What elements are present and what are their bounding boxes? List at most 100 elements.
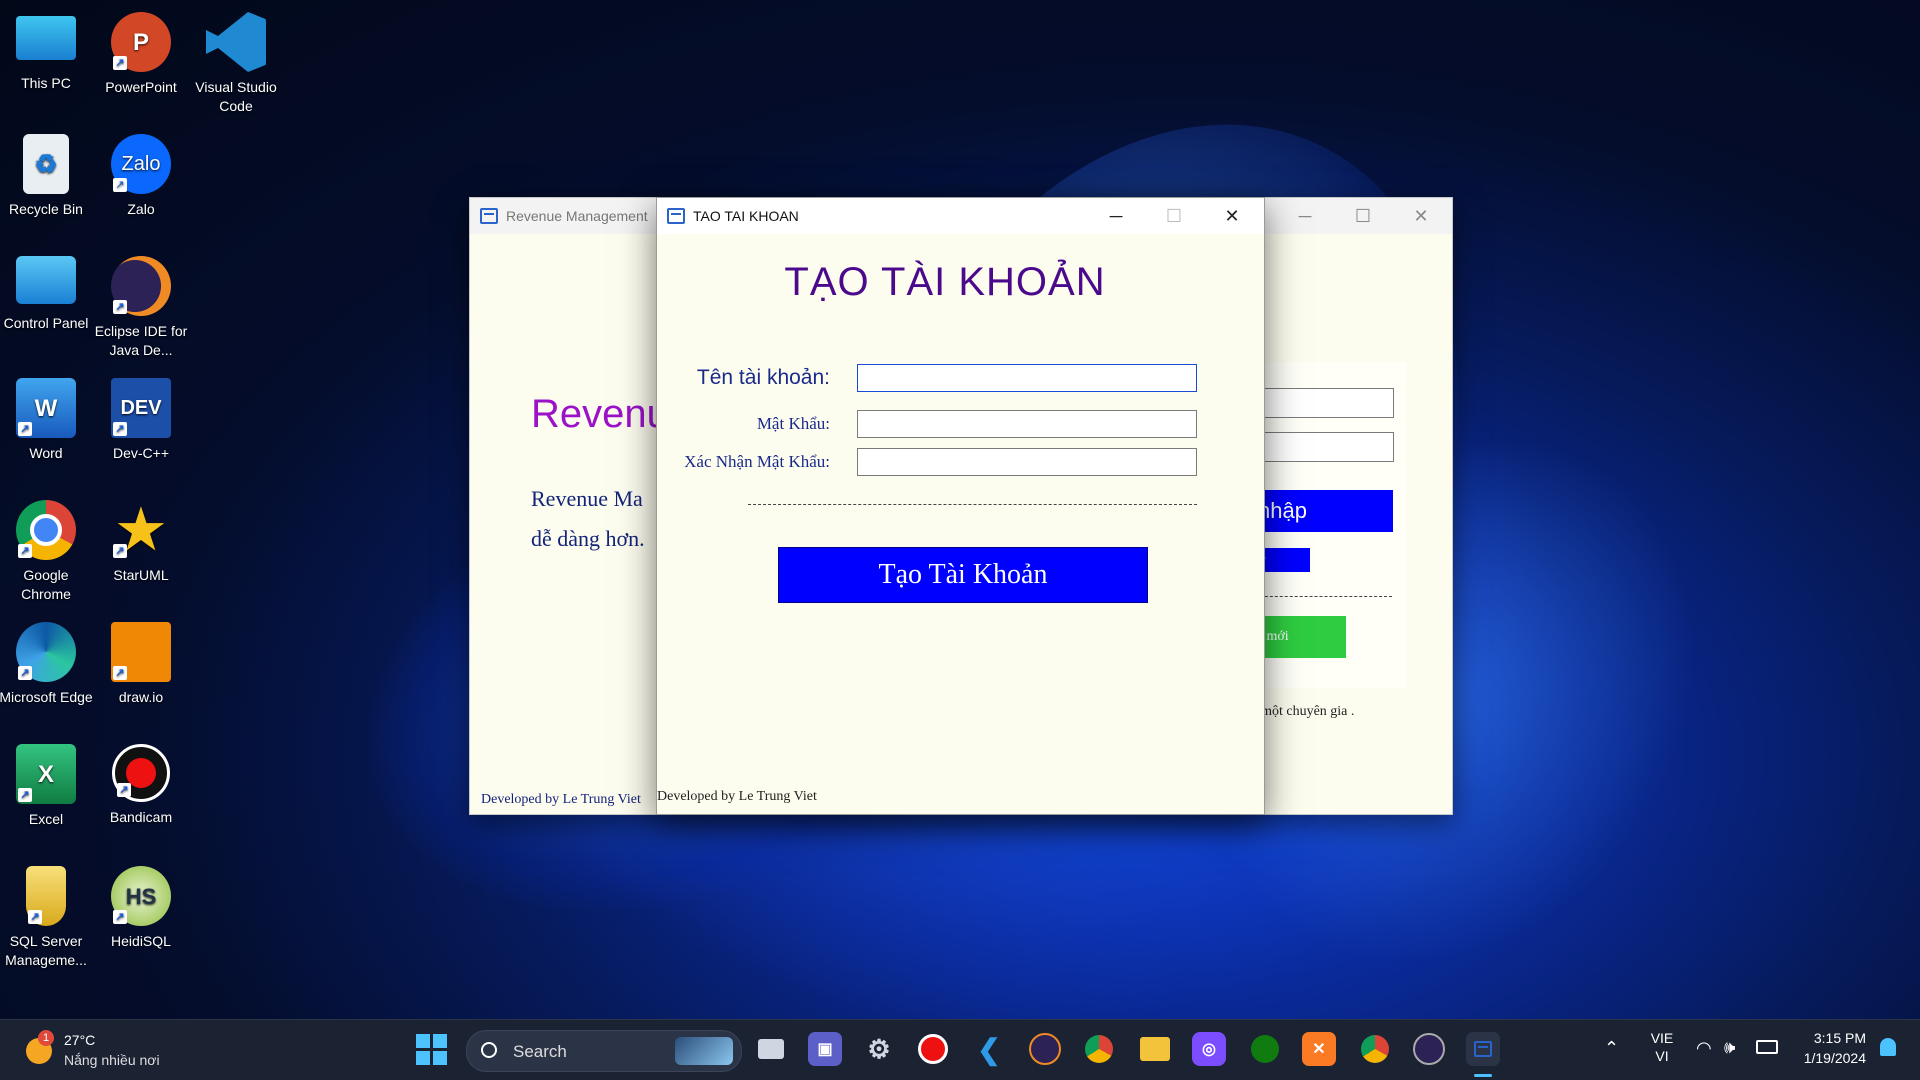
username-input[interactable] [857,364,1197,392]
shortcut-arrow-icon: ↗ [28,910,42,924]
search-box[interactable]: Search [466,1030,742,1072]
vscode-taskbar-icon[interactable]: ❮ [972,1032,1006,1066]
bandicam-taskbar-icon[interactable] [916,1032,950,1066]
java-app-taskbar-icon[interactable] [1466,1032,1500,1066]
eclipse-icon: ↗ [111,256,171,316]
app-window-icon [667,208,685,224]
search-icon [481,1042,497,1058]
task-view-icon[interactable] [754,1032,788,1066]
notification-bell-icon[interactable] [1880,1038,1896,1056]
username-input[interactable] [1250,388,1394,418]
chrome-taskbar-icon[interactable] [1082,1032,1116,1066]
desktop-icon-powerpoint[interactable]: P ↗ PowerPoint [93,4,189,97]
app-taskbar-icon[interactable]: ◎ [1192,1032,1226,1066]
close-button[interactable]: ✕ [1203,198,1261,234]
desktop-icon-label: Microsoft Edge [0,689,93,705]
eclipse-taskbar-icon-2[interactable] [1412,1032,1446,1066]
close-button[interactable]: ✕ [1392,198,1450,234]
shortcut-arrow-icon: ↗ [113,56,127,70]
desktop-icon-label: Control Panel [3,315,89,331]
expert-text: ư một chuyên gia . [1250,704,1355,719]
intro-text-line2: dễ dàng hơn. [531,526,645,551]
desktop-icon-label: Excel [28,811,64,827]
desktop-icon-control-panel[interactable]: Control Panel [0,248,94,333]
language-indicator[interactable]: VIE VI [1646,1030,1678,1064]
developer-footer: Developed by Le Trung Viet [481,792,641,807]
volume-icon[interactable]: 🕪 [1724,1037,1735,1058]
minimize-button[interactable]: ─ [1087,198,1145,234]
shortcut-arrow-icon: ↗ [113,178,127,192]
desktop-icon-recycle-bin[interactable]: ♻ Recycle Bin [0,126,94,219]
teams-chat-icon[interactable]: ▣ [808,1032,842,1066]
create-account-dialog[interactable]: TAO TAI KHOAN ─ ☐ ✕ TẠO TÀI KHOẢN Tên tà… [656,197,1265,815]
sql-server-icon: ↗ [26,866,66,926]
desktop-icon-excel[interactable]: X ↗ Excel [0,736,94,829]
weather-badge: 1 [38,1030,54,1046]
language-top: VIE [1650,1030,1674,1046]
control-panel-icon [16,256,76,304]
shortcut-arrow-icon: ↗ [113,910,127,924]
wifi-icon[interactable]: ◠ [1696,1038,1712,1059]
eclipse-taskbar-icon[interactable] [1028,1032,1062,1066]
desktop-icon-vscode[interactable]: ↗ Visual Studio Code [188,4,284,116]
desktop-icon-chrome[interactable]: ↗ Google Chrome [0,492,94,604]
chrome-profile-taskbar-icon[interactable] [1358,1032,1392,1066]
weather-widget[interactable]: 1 27°C Nắng nhiều nơi [24,1028,194,1072]
zalo-icon: Zalo ↗ [111,134,171,194]
edge-icon: ↗ [16,622,76,682]
desktop-icon-devcpp[interactable]: DEV ↗ Dev-C++ [93,370,189,463]
shortcut-arrow-icon: ↗ [18,544,32,558]
settings-gear-icon[interactable]: ⚙ [862,1032,896,1066]
maximize-button[interactable]: ☐ [1145,198,1203,234]
desktop-icon-word[interactable]: W ↗ Word [0,370,94,463]
create-account-button[interactable]: Tạo Tài Khoản [778,547,1148,603]
xbox-icon[interactable] [1248,1032,1282,1066]
clock-time: 3:15 PM [1813,1030,1866,1046]
create-account-button-label: Tạo Tài Khoản [878,559,1048,590]
desktop-icon-staruml[interactable]: ★ ↗ StarUML [93,492,189,585]
powerpoint-icon: P ↗ [111,12,171,72]
staruml-icon: ★ ↗ [111,500,171,560]
shortcut-arrow-icon: ↗ [113,666,127,680]
desktop-icon-eclipse[interactable]: ↗ Eclipse IDE for Java De... [93,248,189,360]
desktop-icon-edge[interactable]: ↗ Microsoft Edge [0,614,94,707]
desktop-icon-label: This PC [21,75,71,91]
app-window-icon [480,208,498,224]
desktop-icon-bandicam[interactable]: ↗ Bandicam [93,736,189,827]
shortcut-arrow-icon: ↗ [18,788,32,802]
battery-icon[interactable] [1756,1040,1778,1054]
desktop-icon-label: draw.io [118,689,164,705]
password-input[interactable] [1250,432,1394,462]
drawio-icon: ↗ [111,622,171,682]
file-explorer-icon[interactable] [1138,1032,1172,1066]
minimize-button[interactable]: ─ [1276,198,1334,234]
desktop-icon-label: Google Chrome [21,567,71,602]
clock-date: 1/19/2024 [1803,1050,1866,1066]
desktop-icon-label: PowerPoint [105,79,177,95]
desktop-icon-drawio[interactable]: ↗ draw.io [93,614,189,707]
weather-desc: Nắng nhiều nơi [64,1052,160,1068]
maximize-button[interactable]: ☐ [1334,198,1392,234]
xampp-icon[interactable]: ✕ [1302,1032,1336,1066]
desktop-icon-sql-server[interactable]: ↗ SQL Server Manageme... [0,858,94,970]
windows-logo-icon [416,1034,448,1065]
shortcut-arrow-icon: ↗ [113,300,127,314]
search-highlight-image [675,1037,733,1065]
show-hidden-icons-chevron[interactable]: ⌃ [1604,1038,1619,1059]
intro-text-line1: Revenue Ma [531,486,643,511]
desktop-icon-label: Dev-C++ [112,445,170,461]
desktop-icon-this-pc[interactable]: This PC [0,4,94,93]
clock[interactable]: 3:15 PM 1/19/2024 [1790,1030,1866,1066]
login-button[interactable]: nhập [1250,490,1393,532]
password-input[interactable] [857,410,1197,438]
desktop-icon-heidisql[interactable]: HS ↗ HeidiSQL [93,858,189,951]
taskbar: 1 27°C Nắng nhiều nơi Search ▣ ⚙ ❮ ◎ ✕ ⌃… [0,1019,1920,1080]
start-button[interactable] [416,1034,448,1066]
desktop-icon-zalo[interactable]: Zalo ↗ Zalo [93,126,189,219]
excel-icon: X ↗ [16,744,76,804]
desktop-icon-label: Zalo [127,201,155,217]
confirm-password-input[interactable] [857,448,1197,476]
recycle-bin-icon: ♻ [23,134,69,194]
dialog-heading: TẠO TÀI KHOẢN [784,260,1106,304]
monitor-icon [16,16,76,60]
